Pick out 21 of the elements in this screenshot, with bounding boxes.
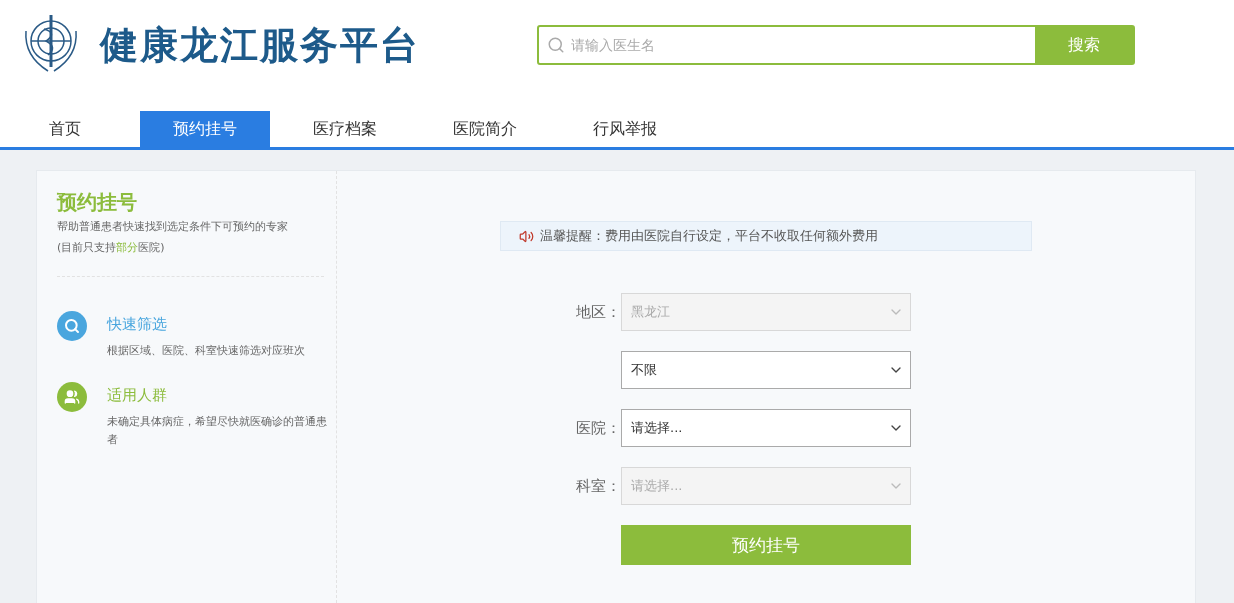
dropdown[interactable]: 请选择... [621, 409, 911, 447]
notice-text: 温馨提醒：费用由医院自行设定，平台不收取任何额外费用 [540, 227, 878, 245]
sidebar-note: (目前只支持部分医院) [57, 240, 166, 256]
field-label: 地区： [575, 302, 621, 322]
feature-title: 适用人群 [107, 386, 168, 405]
feature-text: 未确定具体病症，希望尽快就医确诊的普通患者 [107, 414, 327, 448]
speaker-icon [519, 228, 534, 244]
nav-tab[interactable]: 医院简介 [420, 111, 550, 147]
feature-title: 快速筛选 [107, 315, 168, 334]
sidebar-description: 帮助普通患者快速找到选定条件下可预约的专家 [57, 219, 289, 235]
nav-tab[interactable]: 预约挂号 [140, 111, 270, 147]
sidebar-title: 预约挂号 [57, 189, 138, 216]
field-label: 医院： [575, 418, 621, 438]
nav-tab[interactable]: 医疗档案 [280, 111, 410, 147]
site-title: 健康龙江服务平台 [100, 21, 420, 69]
search-icon [547, 36, 565, 54]
field-label: 科室： [575, 476, 621, 496]
nav-tab[interactable]: 行风举报 [560, 111, 690, 147]
dropdown[interactable]: 不限 [621, 351, 911, 389]
nav-tab[interactable]: 首页 [0, 111, 130, 147]
feature-text: 根据区域、医院、科室快速筛选对应班次 [107, 343, 306, 359]
